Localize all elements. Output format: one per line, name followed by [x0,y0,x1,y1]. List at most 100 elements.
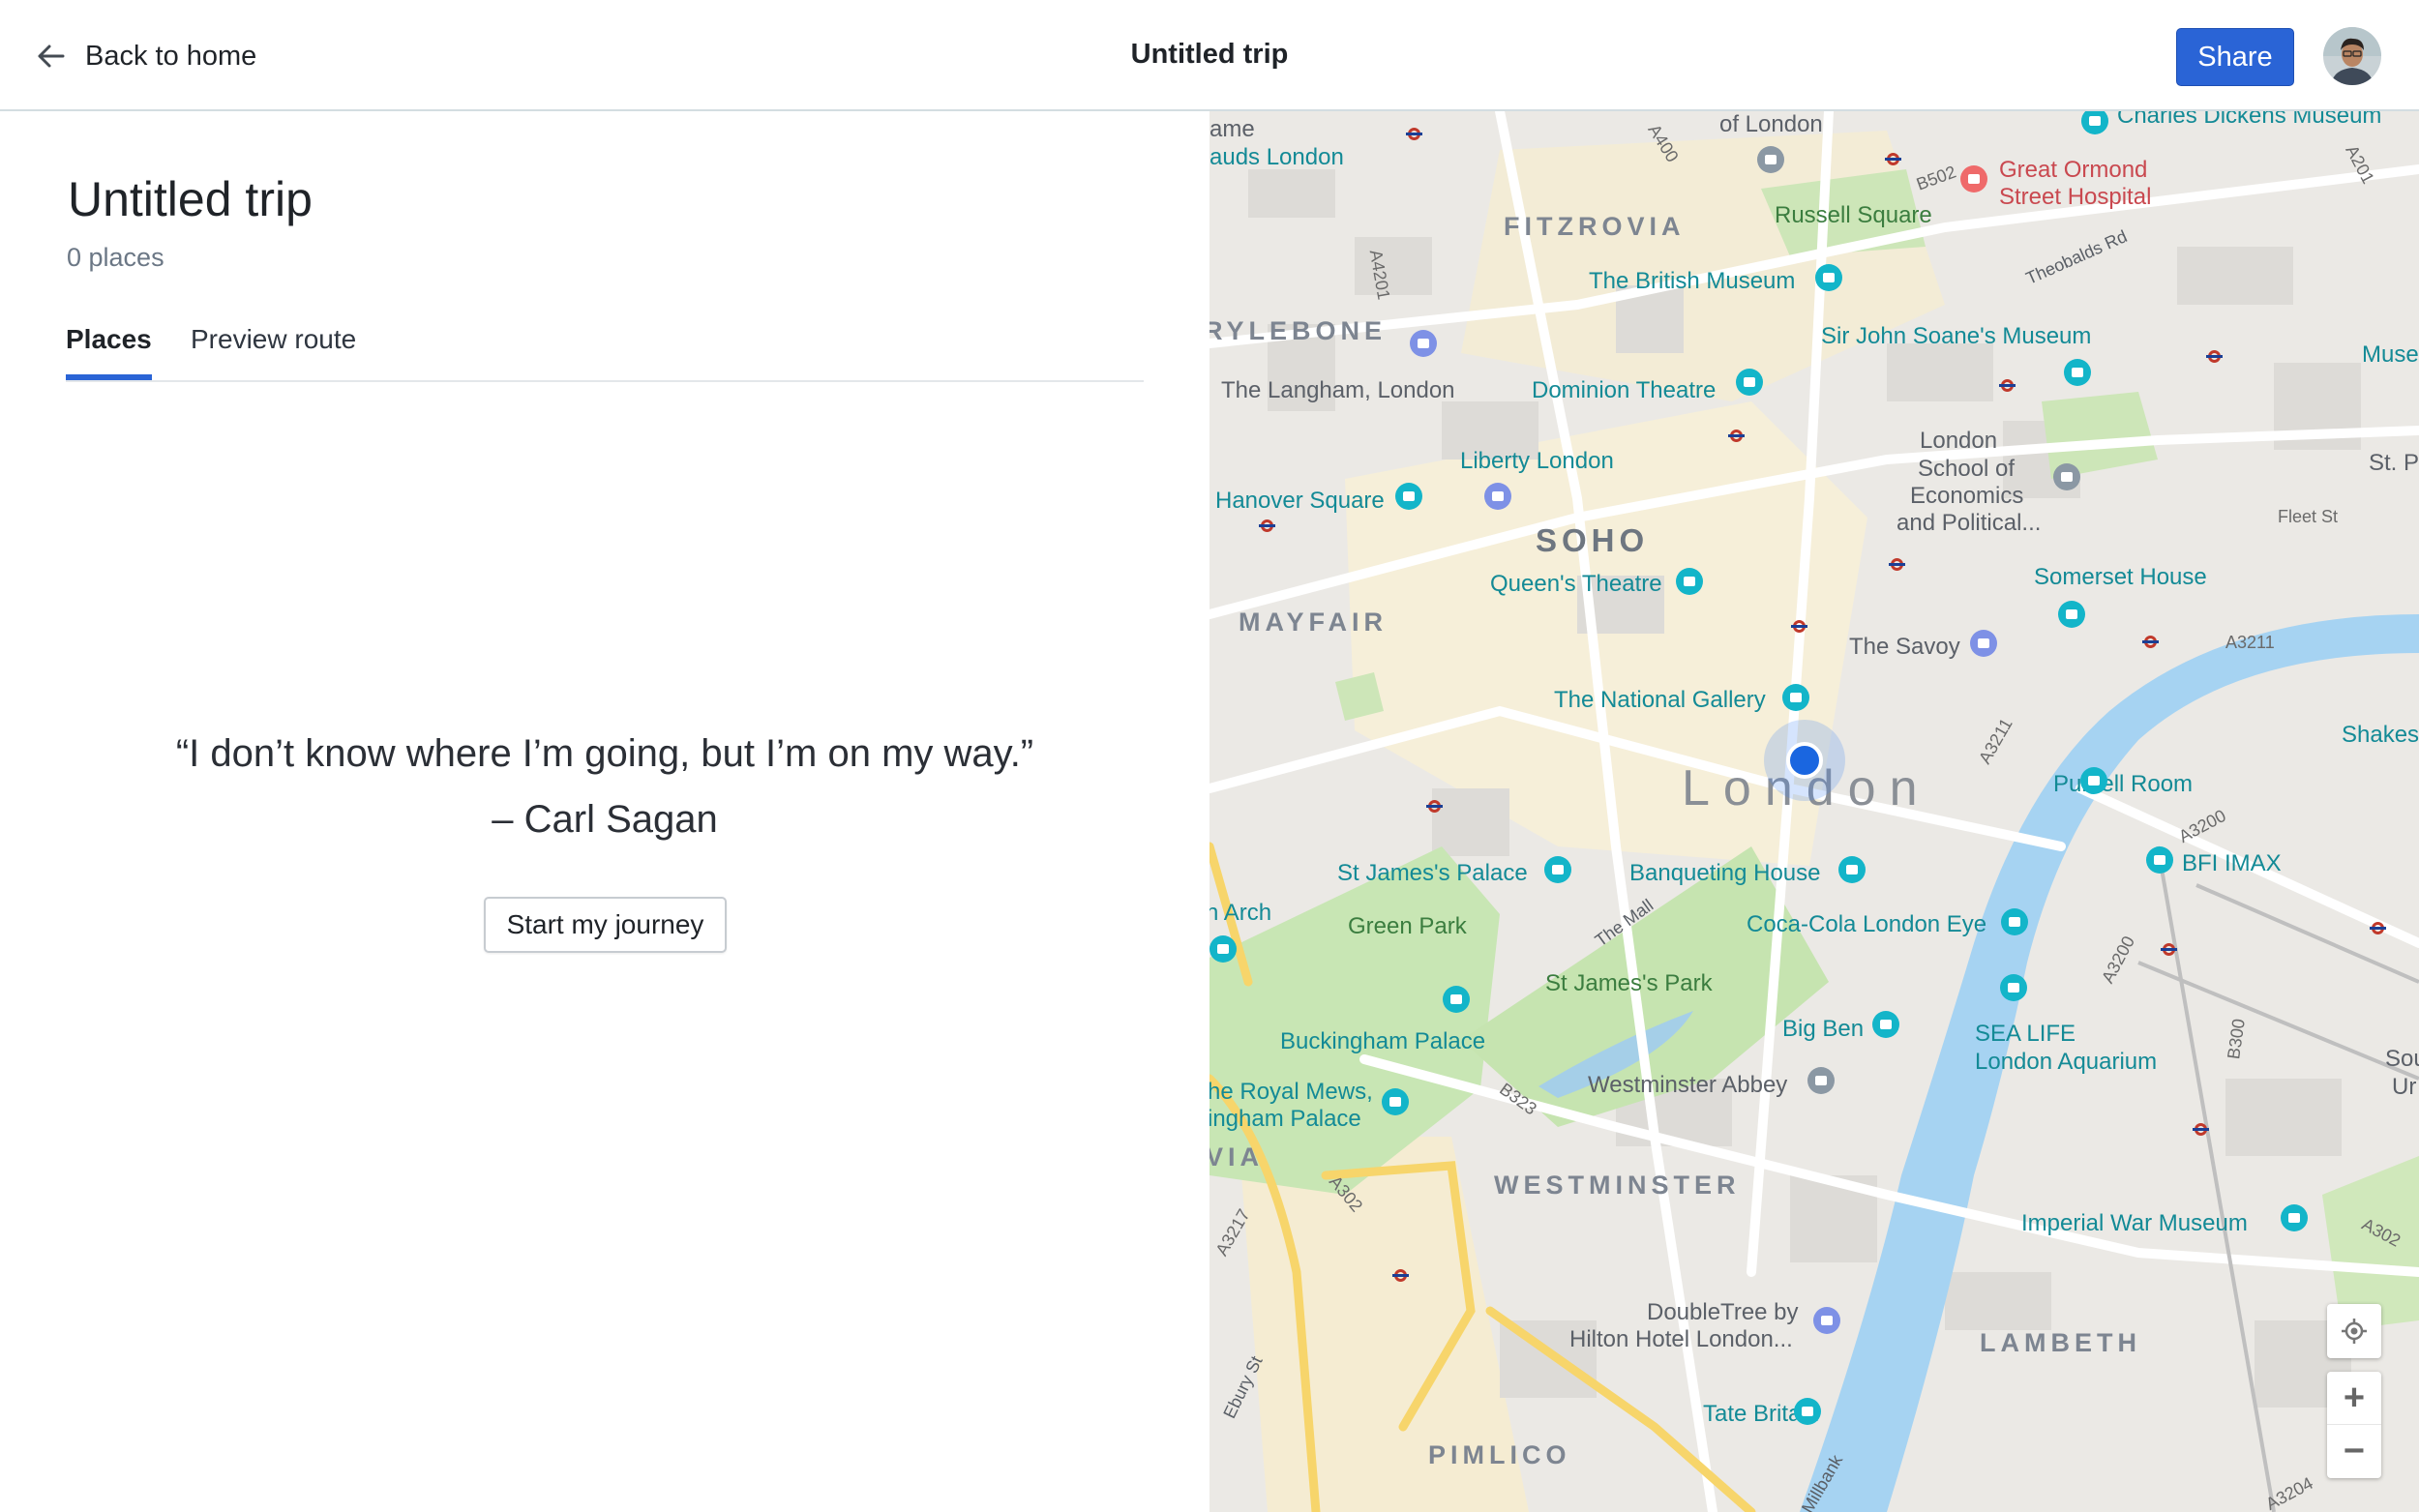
aquarium-pin-icon[interactable] [2000,974,2027,1001]
map-label-langham[interactable]: The Langham, London [1221,379,1455,402]
map-label-westminster-abbey[interactable]: Westminster Abbey [1588,1074,1787,1097]
university-pin-icon[interactable] [1757,146,1784,173]
map-label-lse-1[interactable]: London [1920,430,1997,453]
tube-station-icon[interactable] [1885,153,1901,165]
museum-pin-icon[interactable] [1794,1398,1821,1425]
map-label-british-museum[interactable]: The British Museum [1589,270,1795,293]
university-pin-icon[interactable] [2053,463,2080,490]
tube-station-icon[interactable] [1259,519,1275,532]
tube-station-icon[interactable] [1406,128,1422,140]
map-label-somerset-house[interactable]: Somerset House [2034,566,2207,589]
start-journey-button[interactable]: Start my journey [484,897,727,953]
map-label-national-gallery[interactable]: The National Gallery [1554,689,1766,712]
map-label-st-james-park[interactable]: St James's Park [1545,972,1713,995]
music-pin-icon[interactable] [2080,767,2107,794]
church-pin-icon[interactable] [1807,1067,1835,1094]
museum-pin-icon[interactable] [2281,1204,2308,1231]
crosshair-icon [2342,1319,2367,1344]
map-label-lse-3[interactable]: Economics [1910,485,2023,508]
tube-station-icon[interactable] [1426,800,1443,813]
theatre-pin-icon[interactable] [1676,568,1703,595]
map-label-great-ormond-1[interactable]: Great Ormond [1999,159,2147,182]
hospital-pin-icon[interactable] [1960,165,1987,193]
theatre-pin-icon[interactable] [1736,369,1763,396]
tab-places[interactable]: Places [66,324,152,380]
map-label-st-james-palace[interactable]: St James's Palace [1337,862,1528,885]
map-label-museum[interactable]: Museu [2362,343,2419,367]
map-label-lse-4[interactable]: and Political... [1896,512,2041,535]
map-label-purcell-room[interactable]: Purcell Room [2053,773,2193,796]
map-label-shakespeares-globe[interactable]: Shakesp [2342,724,2419,747]
cinema-pin-icon[interactable] [2146,846,2173,874]
tube-station-icon[interactable] [2193,1123,2209,1136]
map-label-bfi-imax[interactable]: BFI IMAX [2182,852,2282,875]
map-label-the-savoy[interactable]: The Savoy [1849,636,1960,659]
map-label-sea-life-2[interactable]: London Aquarium [1975,1051,2157,1074]
map-label-banqueting-house[interactable]: Banqueting House [1629,862,1820,885]
district-pimlico: PIMLICO [1428,1440,1571,1469]
header-title: Untitled trip [1130,39,1289,70]
map-label-liberty[interactable]: Liberty London [1460,450,1614,473]
district-fitzrovia: FITZROVIA [1504,212,1686,241]
map-label-great-ormond-2[interactable]: Street Hospital [1999,186,2151,209]
tube-station-icon[interactable] [1791,620,1807,633]
landmark-pin-icon[interactable] [1382,1088,1409,1115]
landmark-pin-icon[interactable] [1872,1011,1899,1038]
my-location-button[interactable] [2327,1304,2381,1358]
share-button[interactable]: Share [2176,28,2294,86]
tube-station-icon[interactable] [1999,379,2016,392]
museum-pin-icon[interactable] [1782,684,1809,711]
landmark-pin-icon[interactable] [1544,856,1571,883]
trip-title[interactable]: Untitled trip [68,171,313,227]
map-label-of-london: of London [1719,111,1823,137]
map-label-queens-theatre[interactable]: Queen's Theatre [1490,573,1662,596]
tube-station-icon[interactable] [2370,922,2386,934]
tube-station-icon[interactable] [2161,943,2177,956]
map-label-russell-square[interactable]: Russell Square [1775,204,1932,227]
map-label-imperial-war-museum[interactable]: Imperial War Museum [2021,1212,2248,1235]
map-label-green-park[interactable]: Green Park [1348,915,1467,938]
map-view[interactable]: FITZROVIA RYLEBONE SOHO MAYFAIR WESTMINS… [1210,111,2419,1512]
hotel-pin-icon[interactable] [1813,1307,1840,1334]
tube-station-icon[interactable] [1728,430,1745,442]
map-label-doubletree-1[interactable]: DoubleTree by [1647,1301,1799,1324]
map-label-charles-dickens[interactable]: Charles Dickens Museum [2117,111,2381,128]
user-avatar[interactable] [2323,27,2381,85]
map-label-marble-arch[interactable]: n Arch [1210,902,1271,925]
hotel-pin-icon[interactable] [1410,330,1437,357]
tab-preview-route[interactable]: Preview route [191,324,356,355]
quote-text: “I don’t know where I’m going, but I’m o… [175,732,1034,775]
map-label-sir-john-soane[interactable]: Sir John Soane's Museum [1821,325,2091,348]
landmark-pin-icon[interactable] [2001,908,2028,935]
map-label-london-eye[interactable]: Coca-Cola London Eye [1747,913,1986,936]
map-label-lse-2[interactable]: School of [1918,458,2015,481]
landmark-pin-icon[interactable] [1395,483,1422,510]
tube-station-icon[interactable] [1889,558,1905,571]
map-label-buckingham-palace[interactable]: Buckingham Palace [1280,1030,1485,1053]
map-label-dominion[interactable]: Dominion Theatre [1532,379,1716,402]
shopping-pin-icon[interactable] [1484,483,1511,510]
map-label-big-ben[interactable]: Big Ben [1782,1018,1864,1041]
map-label-sea-life-1[interactable]: SEA LIFE [1975,1023,2076,1046]
map-label-royal-mews-2[interactable]: ingham Palace [1210,1108,1361,1131]
tube-station-icon[interactable] [2206,350,2223,363]
museum-pin-icon[interactable] [2064,359,2091,386]
map-label-madame-tussauds[interactable]: auds London [1210,146,1344,169]
zoom-in-button[interactable]: + [2327,1372,2381,1425]
zoom-out-button[interactable]: − [2327,1425,2381,1478]
current-location-marker[interactable] [1786,742,1823,779]
landmark-pin-icon[interactable] [2058,601,2085,628]
map-label-southbank-2[interactable]: Ur [2392,1076,2416,1099]
hotel-pin-icon[interactable] [1970,630,1997,657]
map-label-southbank-1[interactable]: Sou [2385,1048,2419,1071]
map-label-royal-mews-1[interactable]: he Royal Mews, [1210,1081,1373,1104]
map-label-st-pauls[interactable]: St. P [2369,452,2419,475]
map-label-doubletree-2[interactable]: Hilton Hotel London... [1569,1328,1793,1351]
tube-station-icon[interactable] [1392,1269,1409,1282]
landmark-pin-icon[interactable] [1210,935,1237,963]
landmark-pin-icon[interactable] [1838,856,1866,883]
landmark-pin-icon[interactable] [1443,986,1470,1013]
map-label-hanover-square[interactable]: Hanover Square [1215,489,1385,513]
museum-pin-icon[interactable] [1815,264,1842,291]
tube-station-icon[interactable] [2142,636,2159,648]
